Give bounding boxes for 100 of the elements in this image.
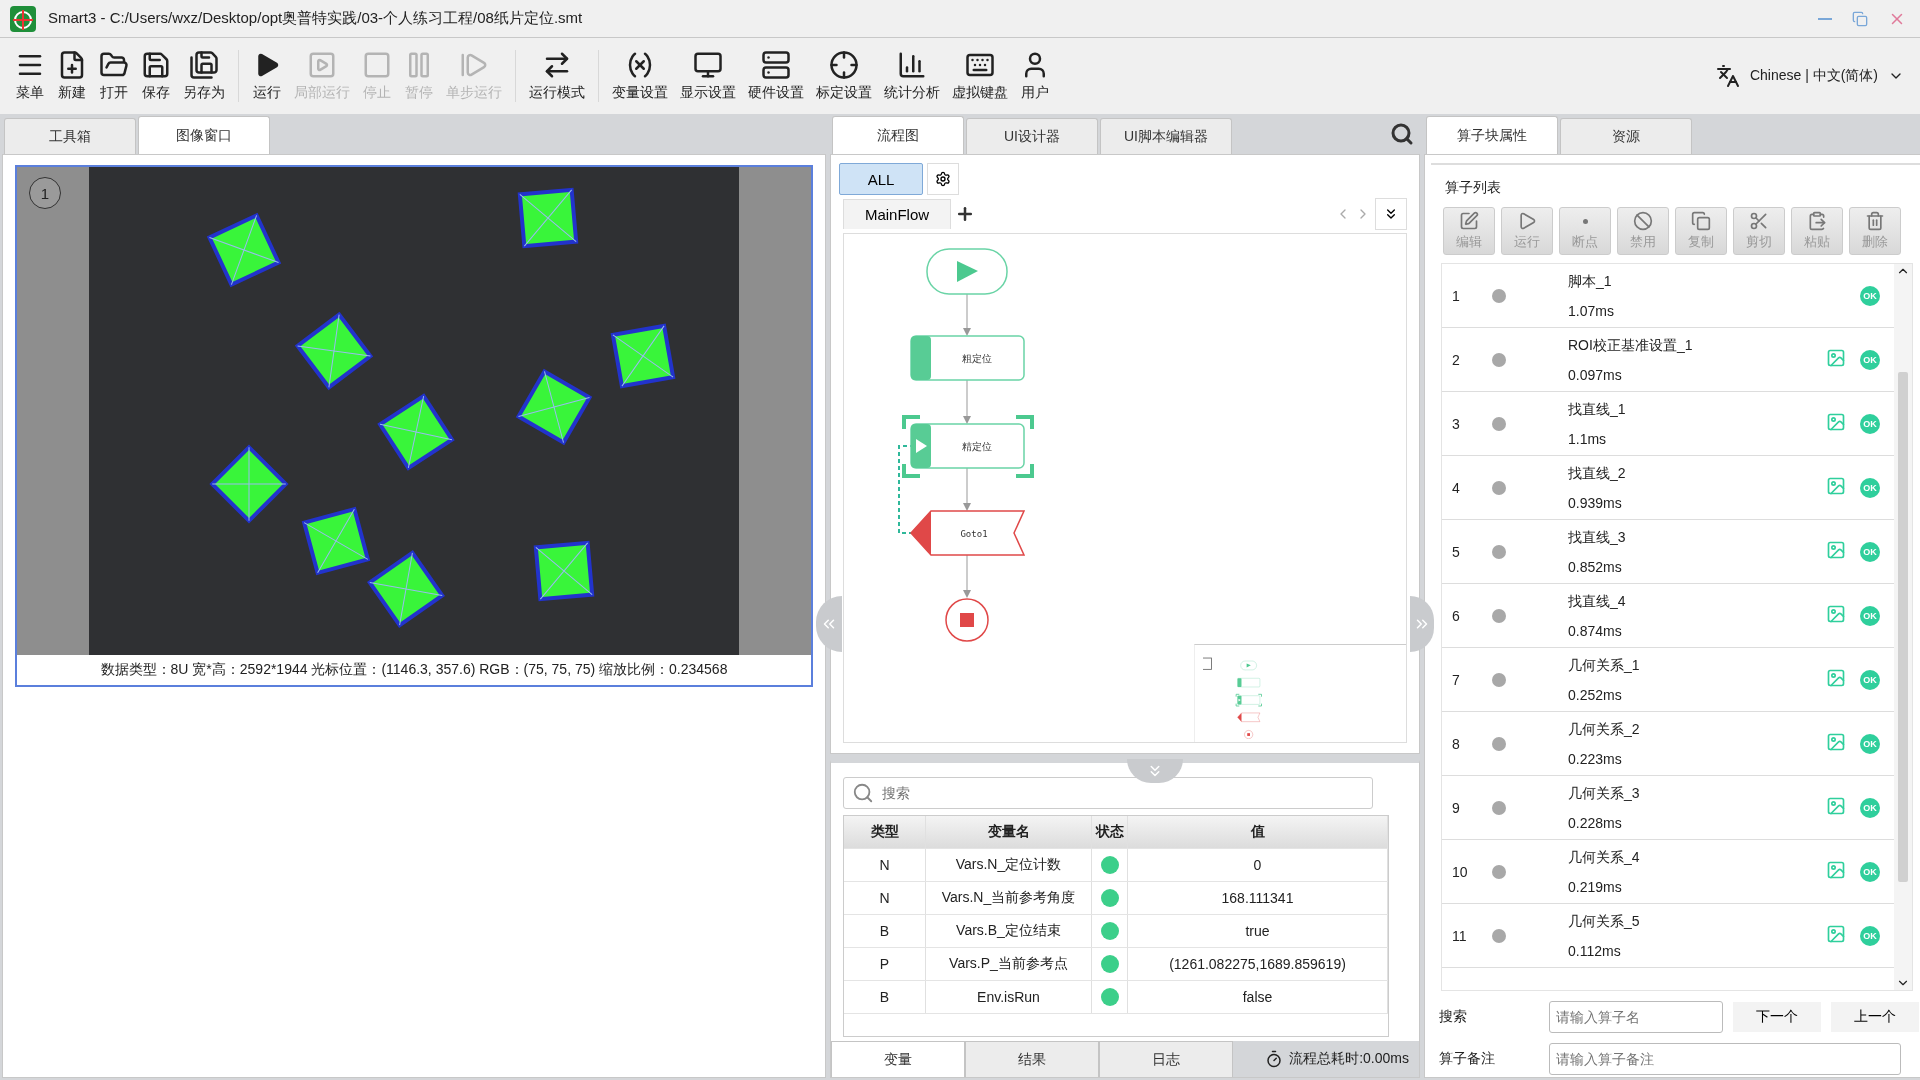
table-cell: Vars.N_当前参考角度: [926, 882, 1092, 914]
image-info-icon[interactable]: [1826, 924, 1846, 944]
toolbar-button[interactable]: 保存: [136, 50, 176, 102]
toolbar-button[interactable]: 菜单: [10, 50, 50, 102]
operator-time: 0.112ms: [1568, 942, 1622, 959]
table-cell: Vars.B_定位结束: [926, 915, 1092, 947]
panel-tab[interactable]: 工具箱: [4, 118, 136, 154]
start-node[interactable]: [926, 248, 1008, 295]
toolbar-button[interactable]: 新建: [52, 50, 92, 102]
panel-tab[interactable]: 流程图: [832, 116, 964, 154]
image-info-icon[interactable]: [1826, 348, 1846, 368]
toolbar-button[interactable]: 另存为: [178, 50, 230, 102]
goto-node[interactable]: Goto1: [910, 510, 1026, 556]
image-info-icon[interactable]: [1826, 668, 1846, 688]
panel-tab[interactable]: 算子块属性: [1426, 116, 1558, 154]
operator-time: 1.07ms: [1568, 302, 1615, 319]
bottom-tab[interactable]: 结果: [965, 1041, 1099, 1077]
operator-time: 0.852ms: [1568, 558, 1623, 575]
image-info-icon[interactable]: [1826, 860, 1846, 880]
status-dot: [1492, 480, 1506, 495]
image-status-text: 数据类型：8U 宽*高：2592*1944 光标位置：(1146.3, 357.6) RGB：(75, 75, 75) 缩放比例：0.234568: [99, 660, 729, 679]
search-button[interactable]: [1390, 122, 1414, 146]
operator-remark-field[interactable]: 请输入算子备注: [1549, 1043, 1901, 1075]
toolbar-button[interactable]: 变量设置: [607, 50, 673, 102]
panel-tab[interactable]: 资源: [1560, 118, 1692, 154]
status-badge: OK: [1860, 413, 1880, 434]
bottom-tab[interactable]: 变量: [831, 1041, 965, 1077]
image-info-icon[interactable]: [1826, 604, 1846, 624]
operator-list-item[interactable]: 11 几何关系_5 0.112ms OK: [1442, 904, 1894, 968]
nav-button[interactable]: 下一个: [1733, 1002, 1821, 1032]
operator-list-item[interactable]: 7 几何关系_1 0.252ms OK: [1442, 648, 1894, 712]
operator-list-item[interactable]: 4 找直线_2 0.939ms OK: [1442, 456, 1894, 520]
panel-tab[interactable]: 图像窗口: [138, 116, 270, 154]
process-node[interactable]: 粗定位: [910, 335, 1025, 381]
process-node[interactable]: [1237, 678, 1261, 688]
image-info-icon[interactable]: [1826, 476, 1846, 496]
operator-list-item[interactable]: 10 几何关系_4 0.219ms OK: [1442, 840, 1894, 904]
operator-name: 几何关系_2: [1568, 720, 1641, 739]
end-node[interactable]: [945, 598, 989, 642]
toolbar-button[interactable]: 用户: [1015, 50, 1055, 102]
status-badge: OK: [1860, 541, 1880, 562]
image-info-icon[interactable]: [1826, 796, 1846, 816]
image-info-icon[interactable]: [1826, 412, 1846, 432]
add-button[interactable]: [955, 204, 975, 224]
image-info-icon[interactable]: [1826, 732, 1846, 752]
toolbar-button[interactable]: 统计分析: [879, 50, 945, 102]
start-node[interactable]: [1240, 660, 1257, 671]
row-number: 8: [1452, 735, 1461, 752]
image-info-icon[interactable]: [1826, 540, 1846, 560]
expand-button[interactable]: [1375, 198, 1407, 230]
column-header: 类型: [844, 816, 926, 848]
operator-list-item[interactable]: 8 几何关系_2 0.223ms OK: [1442, 712, 1894, 776]
status-dot: [1492, 672, 1506, 687]
operator-name: 几何关系_1: [1568, 656, 1641, 675]
filter-button[interactable]: ALL: [839, 163, 923, 195]
variable-search-field[interactable]: 搜索: [843, 777, 1373, 809]
operator-time: 0.097ms: [1568, 366, 1623, 383]
toolbar-button[interactable]: 运行模式: [524, 50, 590, 102]
column-header: 变量名: [926, 816, 1092, 848]
nav-button[interactable]: 上一个: [1831, 1002, 1919, 1032]
dot-icon: [1582, 219, 1588, 224]
flow-sheet-tab[interactable]: MainFlow: [843, 199, 951, 229]
panel-tab[interactable]: UI设计器: [966, 118, 1098, 154]
operator-list-item[interactable]: 1 脚本_1 1.07ms OK: [1442, 264, 1894, 328]
end-node[interactable]: [1244, 730, 1253, 739]
language-selector[interactable]: Chinese | 中文(简体): [1709, 63, 1910, 89]
status-dot: [1492, 800, 1506, 815]
status-dot: [1100, 922, 1119, 940]
operator-list-item[interactable]: 6 找直线_4 0.874ms OK: [1442, 584, 1894, 648]
toolbar-button[interactable]: 运行: [247, 50, 287, 102]
toolbar-button[interactable]: 显示设置: [675, 50, 741, 102]
bottom-tab[interactable]: 日志: [1099, 1041, 1233, 1077]
panel-tab[interactable]: UI脚本编辑器: [1100, 118, 1232, 154]
operator-name: 找直线_1: [1568, 400, 1627, 419]
status-dot: [1492, 736, 1506, 751]
status-badge: OK: [1860, 925, 1880, 946]
operator-list-item[interactable]: 3 找直线_1 1.1ms OK: [1442, 392, 1894, 456]
toolbar-button[interactable]: 打开: [94, 50, 134, 102]
operator-time: 0.228ms: [1568, 814, 1623, 831]
toolbar-button[interactable]: 硬件设置: [743, 50, 809, 102]
elapsed-time-text: 流程总耗时:0.00ms: [1265, 1041, 1419, 1077]
field-label: 搜索: [1439, 1008, 1468, 1026]
scissors-icon: [1749, 211, 1769, 231]
connector-arrow: [963, 467, 971, 511]
toolbar-button[interactable]: 标定设置: [811, 50, 877, 102]
scrollbar[interactable]: [1894, 264, 1912, 990]
operator-list-item[interactable]: 2 ROI校正基准设置_1 0.097ms OK: [1442, 328, 1894, 392]
operator-list-item[interactable]: 9 几何关系_3 0.228ms OK: [1442, 776, 1894, 840]
table-cell: true: [1128, 915, 1388, 947]
table-cell: (1261.082275,1689.859619): [1128, 948, 1388, 980]
settings-button[interactable]: [927, 163, 959, 195]
row-number: 1: [1452, 287, 1461, 304]
operator-list-item[interactable]: 5 找直线_3 0.852ms OK: [1442, 520, 1894, 584]
process-node[interactable]: [1235, 693, 1262, 707]
save-icon: [141, 50, 171, 80]
toolbar-button[interactable]: 虚拟键盘: [947, 50, 1013, 102]
collapse-button[interactable]: [1127, 759, 1183, 783]
bar-chart-icon: [897, 50, 927, 80]
operator-search-field[interactable]: 请输入算子名: [1549, 1001, 1723, 1033]
goto-node[interactable]: [1237, 712, 1261, 722]
